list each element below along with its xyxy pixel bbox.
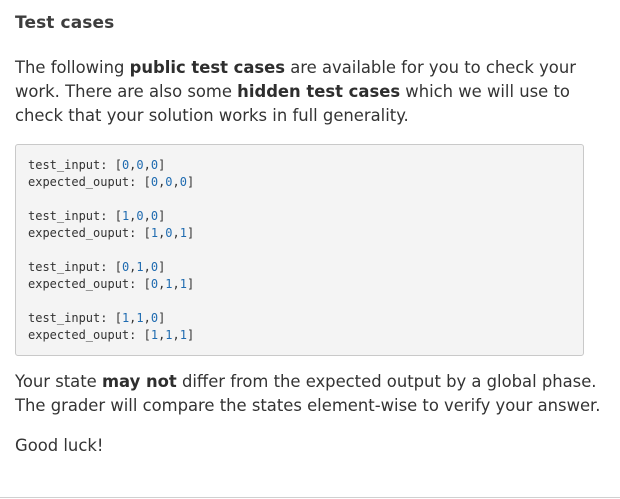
expected-output-key: expected_ouput: xyxy=(28,277,144,291)
expected-output-value: 1 xyxy=(179,328,187,342)
expected-output-close-bracket: ] xyxy=(187,328,195,342)
test-case: test_input: [0,1,0] expected_ouput: [0,1,… xyxy=(28,259,571,293)
expected-output-comma: , xyxy=(172,277,180,291)
test-input-close-bracket: ] xyxy=(158,209,166,223)
test-input-comma: , xyxy=(143,209,151,223)
test-input-key: test_input: xyxy=(28,311,115,325)
test-input-close-bracket: ] xyxy=(158,158,166,172)
expected-output-key: expected_ouput: xyxy=(28,226,144,240)
phase-note-paragraph: Your state may not differ from the expec… xyxy=(15,370,605,418)
expected-output-value: 0 xyxy=(150,175,159,189)
test-input-line: test_input: [0,0,0] xyxy=(28,157,571,174)
expected-output-open-bracket: [ xyxy=(143,328,151,342)
expected-output-key: expected_ouput: xyxy=(28,175,144,189)
expected-output-line: expected_ouput: [1,0,1] xyxy=(28,225,571,242)
test-input-line: test_input: [1,0,0] xyxy=(28,208,571,225)
test-input-key: test_input: xyxy=(28,209,115,223)
test-input-comma: , xyxy=(143,260,151,274)
expected-output-line: expected_ouput: [0,1,1] xyxy=(28,276,571,293)
expected-output-comma: , xyxy=(172,175,180,189)
test-input-value: 1 xyxy=(136,260,144,274)
good-luck-text: Good luck! xyxy=(15,436,104,455)
test-input-comma: , xyxy=(143,158,151,172)
note-text-1: Your state xyxy=(15,372,102,391)
expected-output-value: 1 xyxy=(150,328,159,342)
expected-output-close-bracket: ] xyxy=(187,226,195,240)
expected-output-comma: , xyxy=(172,328,180,342)
test-input-key: test_input: xyxy=(28,260,115,274)
expected-output-close-bracket: ] xyxy=(187,277,195,291)
test-input-value: 0 xyxy=(136,209,144,223)
test-input-open-bracket: [ xyxy=(114,209,122,223)
expected-output-value: 1 xyxy=(179,277,187,291)
test-input-value: 1 xyxy=(136,311,144,325)
test-input-open-bracket: [ xyxy=(114,158,122,172)
test-input-line: test_input: [1,1,0] xyxy=(28,310,571,327)
expected-output-comma: , xyxy=(172,226,180,240)
bottom-divider xyxy=(0,497,620,498)
hidden-test-cases-emphasis: hidden test cases xyxy=(237,82,401,101)
test-input-close-bracket: ] xyxy=(158,260,166,274)
may-not-emphasis: may not xyxy=(101,372,177,391)
expected-output-value: 0 xyxy=(150,277,159,291)
test-case: test_input: [0,0,0] expected_ouput: [0,0,… xyxy=(28,157,571,191)
test-input-close-bracket: ] xyxy=(158,311,166,325)
test-input-open-bracket: [ xyxy=(114,311,122,325)
test-input-comma: , xyxy=(143,311,151,325)
public-test-cases-emphasis: public test cases xyxy=(129,58,286,77)
test-input-open-bracket: [ xyxy=(114,260,122,274)
test-input-value: 0 xyxy=(136,158,144,172)
expected-output-line: expected_ouput: [0,0,0] xyxy=(28,174,571,191)
expected-output-value: 1 xyxy=(150,226,159,240)
expected-output-value: 0 xyxy=(165,175,173,189)
expected-output-value: 0 xyxy=(165,226,173,240)
expected-output-value: 1 xyxy=(179,226,187,240)
expected-output-close-bracket: ] xyxy=(187,175,195,189)
expected-output-key: expected_ouput: xyxy=(28,328,144,342)
test-case: test_input: [1,0,0] expected_ouput: [1,0,… xyxy=(28,208,571,242)
expected-output-value: 1 xyxy=(165,277,173,291)
expected-output-open-bracket: [ xyxy=(143,175,151,189)
expected-output-line: expected_ouput: [1,1,1] xyxy=(28,327,571,344)
expected-output-value: 0 xyxy=(179,175,187,189)
test-input-key: test_input: xyxy=(28,158,115,172)
intro-text-1: The following xyxy=(15,58,130,77)
test-input-line: test_input: [0,1,0] xyxy=(28,259,571,276)
test-case: test_input: [1,1,0] expected_ouput: [1,1,… xyxy=(28,310,571,344)
intro-paragraph: The following public test cases are avai… xyxy=(15,56,605,128)
expected-output-value: 1 xyxy=(165,328,173,342)
expected-output-open-bracket: [ xyxy=(143,277,151,291)
expected-output-open-bracket: [ xyxy=(143,226,151,240)
test-cases-code-block: test_input: [0,0,0] expected_ouput: [0,0,… xyxy=(15,144,584,356)
section-heading: Test cases xyxy=(15,13,115,33)
